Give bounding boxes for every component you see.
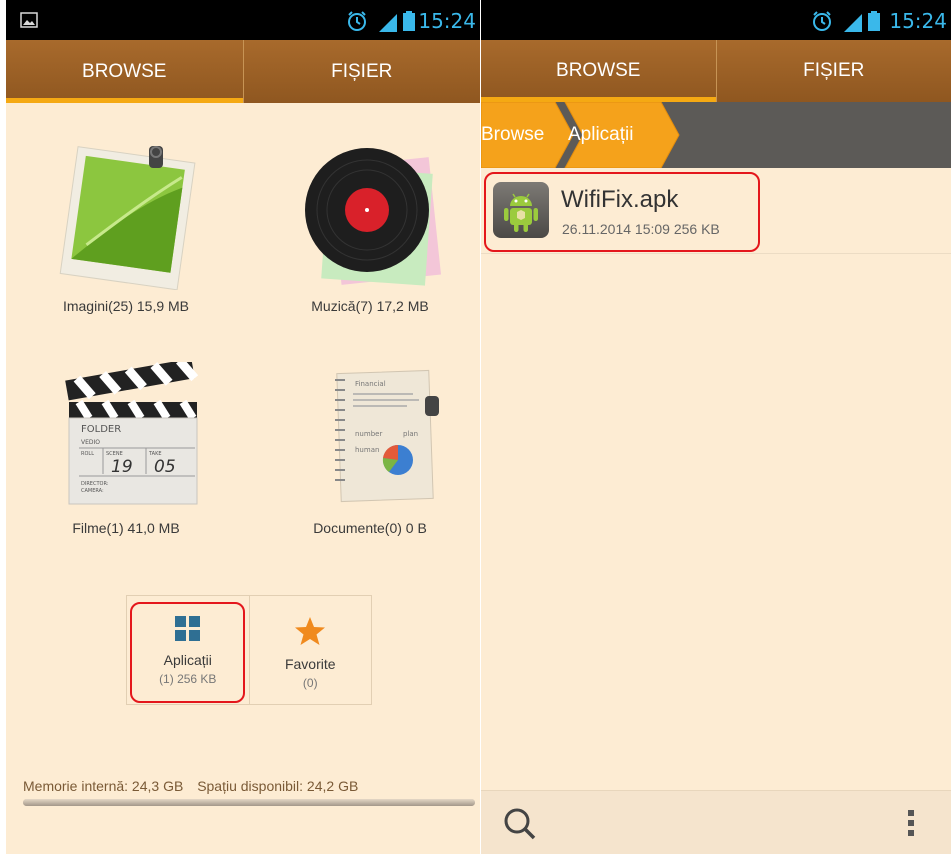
notebook-number-text: number bbox=[355, 430, 382, 438]
storage-bar-fill bbox=[23, 799, 475, 806]
left-screen: 15:24 BROWSE FIȘIER Imagini(25) 15,9 MB bbox=[6, 0, 480, 854]
clapper-take-number: 05 bbox=[154, 457, 176, 477]
category-movies[interactable]: FOLDER VEDIO ROLL SCENE TAKE 19 05 DIREC… bbox=[36, 357, 216, 536]
clapper-roll-text: ROLL bbox=[81, 451, 94, 457]
bottom-toolbar bbox=[481, 790, 951, 854]
internal-storage-text: Memorie internă: 24,3 GB bbox=[23, 778, 184, 794]
battery-icon bbox=[403, 11, 415, 35]
overflow-menu-icon[interactable] bbox=[907, 809, 915, 841]
tab-browse[interactable]: BROWSE bbox=[6, 40, 243, 103]
storage-bar bbox=[23, 799, 475, 806]
gallery-notification-icon bbox=[20, 12, 38, 32]
battery-icon bbox=[868, 11, 880, 35]
notebook-human-text: human bbox=[355, 446, 379, 454]
photo-icon bbox=[51, 140, 201, 291]
category-images[interactable]: Imagini(25) 15,9 MB bbox=[36, 140, 216, 314]
highlight-annotation bbox=[130, 602, 245, 703]
notebook-title-text: Financial bbox=[355, 380, 386, 388]
favorites-count: (0) bbox=[302, 676, 318, 690]
status-bar: 15:24 bbox=[6, 0, 480, 40]
star-icon bbox=[294, 616, 326, 650]
breadcrumb-item-apps[interactable]: Aplicații bbox=[568, 102, 633, 168]
clock: 15:24 bbox=[418, 9, 476, 33]
signal-icon bbox=[842, 12, 864, 36]
tab-bar: BROWSE FIȘIER bbox=[481, 40, 951, 102]
category-label: Filme(1) 41,0 MB bbox=[72, 520, 180, 536]
clapperboard-icon: FOLDER VEDIO ROLL SCENE TAKE 19 05 DIREC… bbox=[51, 357, 201, 512]
alarm-icon bbox=[346, 10, 368, 36]
storage-info: Memorie internă: 24,3 GB Spațiu disponib… bbox=[23, 778, 358, 794]
tab-bar: BROWSE FIȘIER bbox=[6, 40, 480, 103]
signal-icon bbox=[377, 12, 399, 36]
category-label: Muzică(7) 17,2 MB bbox=[311, 298, 429, 314]
vinyl-record-icon bbox=[295, 140, 445, 290]
status-bar: 15:24 bbox=[481, 0, 951, 40]
search-icon[interactable] bbox=[503, 807, 537, 845]
highlight-annotation bbox=[484, 172, 760, 252]
category-label: Imagini(25) 15,9 MB bbox=[62, 298, 190, 314]
notebook-icon: Financial number plan human bbox=[295, 362, 445, 512]
right-screen: 15:24 BROWSE FIȘIER Browse Aplicații Wif… bbox=[481, 0, 951, 854]
clapper-vedio-text: VEDIO bbox=[81, 439, 100, 446]
clapper-camera-text: CAMERA: bbox=[81, 488, 104, 494]
category-documents[interactable]: Financial number plan human Documente(0)… bbox=[280, 362, 460, 536]
favorites-shortcut[interactable]: Favorite (0) bbox=[248, 596, 372, 704]
category-music[interactable]: Muzică(7) 17,2 MB bbox=[280, 140, 460, 314]
tab-file[interactable]: FIȘIER bbox=[242, 40, 481, 103]
clapper-director-text: DIRECTOR: bbox=[81, 481, 109, 487]
tab-file[interactable]: FIȘIER bbox=[715, 40, 951, 102]
notebook-plan-text: plan bbox=[403, 430, 418, 438]
tab-browse[interactable]: BROWSE bbox=[481, 40, 716, 102]
alarm-icon bbox=[811, 10, 833, 36]
breadcrumb-item-browse[interactable]: Browse bbox=[481, 102, 544, 168]
favorites-label: Favorite bbox=[284, 656, 336, 672]
free-storage-text: Spațiu disponibil: 24,2 GB bbox=[197, 778, 359, 794]
clapper-folder-text: FOLDER bbox=[81, 424, 121, 435]
breadcrumb: Browse Aplicații bbox=[481, 102, 951, 168]
clock: 15:24 bbox=[889, 9, 947, 33]
clapper-scene-number: 19 bbox=[111, 457, 133, 477]
category-label: Documente(0) 0 B bbox=[313, 520, 427, 536]
